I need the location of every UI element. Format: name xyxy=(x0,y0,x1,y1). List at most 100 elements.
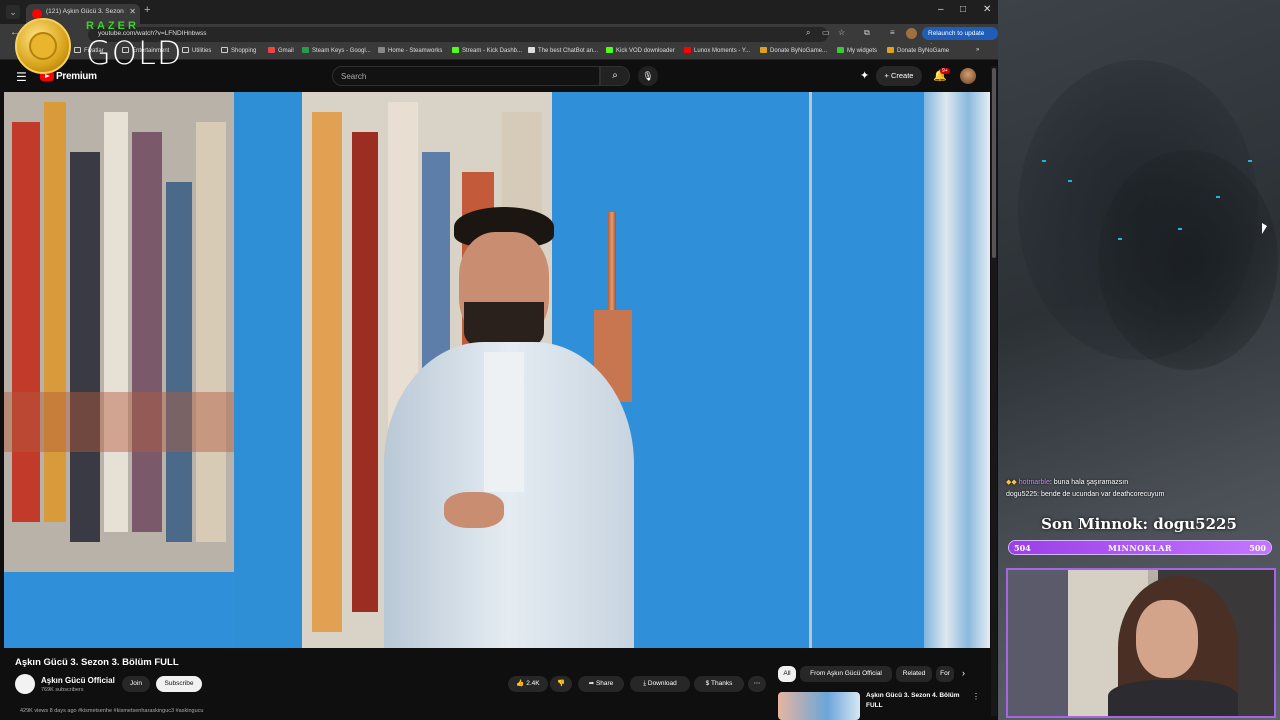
menu-icon[interactable]: ☰ xyxy=(16,70,27,84)
share-label: Share xyxy=(595,680,614,687)
bookmark-item[interactable]: Shopping xyxy=(221,47,256,54)
subscriber-count: 769K subscribers xyxy=(41,687,84,693)
bookmark-item[interactable]: The best ChatBot an... xyxy=(528,47,598,54)
chip-from-channel[interactable]: From Aşkın Gücü Official xyxy=(800,666,892,682)
thumbs-up-icon: 👍 xyxy=(516,680,525,687)
cyan-glint xyxy=(1118,238,1122,240)
blue-wall-panel xyxy=(234,92,304,648)
search-icon: ⌕ xyxy=(612,70,618,81)
search-input[interactable]: Search xyxy=(332,66,600,86)
video-player[interactable] xyxy=(4,92,990,648)
chip-related[interactable]: Related xyxy=(896,666,932,682)
channel-avatar[interactable] xyxy=(15,674,35,694)
notification-badge: 9+ xyxy=(940,68,950,74)
browser-window: ⌄ (121) Aşkın Gücü 3. Sezon 3. Bö ✕ + – … xyxy=(0,0,998,720)
dragon-shadow xyxy=(1098,150,1278,370)
youtube-premium-label[interactable]: Premium xyxy=(56,71,97,82)
steam-icon xyxy=(378,47,385,53)
recommended-title[interactable]: Aşkın Gücü 3. Sezon 4. Bölüm FULL xyxy=(866,691,966,711)
relaunch-button[interactable]: Relaunch to update ⋮ xyxy=(922,27,998,50)
channel-name[interactable]: Aşkın Gücü Official xyxy=(41,676,115,685)
tab-bar: ⌄ (121) Aşkın Gücü 3. Sezon 3. Bö ✕ + – … xyxy=(0,0,998,24)
bookmark-item[interactable]: Donate ByNoGame xyxy=(887,47,949,54)
curtain xyxy=(924,92,990,648)
bookmark-item[interactable]: Kick VOD downloader xyxy=(606,47,675,54)
mouse-cursor-icon xyxy=(1262,223,1267,234)
page-scrollbar[interactable] xyxy=(991,66,997,716)
bookmark-label: Stream - Kick Dashb... xyxy=(462,48,523,54)
bookmark-item[interactable]: Lunox Moments - Y... xyxy=(684,47,750,54)
chat-text: : buna hala şaşıramazsın xyxy=(1049,479,1129,486)
bookmark-item[interactable]: Home - Steamworks xyxy=(378,47,442,54)
search-placeholder: Search xyxy=(341,72,367,81)
cyan-glint xyxy=(1068,180,1072,182)
bynogame-icon xyxy=(760,47,767,53)
bookmark-item[interactable]: My widgets xyxy=(837,47,877,54)
painting-left xyxy=(4,92,234,572)
bookmark-item[interactable]: Gmail xyxy=(268,47,294,54)
gmail-icon xyxy=(268,47,275,53)
media-icon[interactable]: ≡ xyxy=(890,28,895,37)
maximize-icon[interactable]: □ xyxy=(960,4,966,15)
new-tab-icon[interactable]: + xyxy=(144,4,150,16)
microphone-icon: 🎙 xyxy=(642,71,654,81)
widgets-icon xyxy=(837,47,844,53)
zoom-icon[interactable]: ⌕ xyxy=(806,28,810,38)
bookmark-label: Shopping xyxy=(231,48,257,54)
join-button[interactable]: Join xyxy=(122,676,150,692)
folder-icon xyxy=(182,47,189,53)
search-button[interactable]: ⌕ xyxy=(600,66,630,86)
bookmark-item[interactable]: Utilities xyxy=(182,47,211,54)
stream-overlay-panel: ◆◆ hotmarble: buna hala şaşıramazsın dog… xyxy=(998,0,1280,720)
address-bar[interactable]: youtube.com/watch?v=LFNDIHnbwss xyxy=(88,27,828,42)
dislike-button[interactable]: 👎 xyxy=(550,676,572,692)
download-button[interactable]: ⤓ Download xyxy=(630,676,690,692)
close-window-icon[interactable]: ✕ xyxy=(983,4,991,15)
razer-gold-coin-logo xyxy=(15,18,71,74)
chip-all[interactable]: All xyxy=(778,666,796,682)
cast-icon[interactable]: ▭ xyxy=(822,28,830,37)
thanks-icon: $ xyxy=(705,680,710,687)
bookmark-label: Home - Steamworks xyxy=(388,48,443,54)
cyan-glint xyxy=(1216,196,1220,198)
like-button[interactable]: 👍 2.4K xyxy=(508,676,548,692)
extensions-icon[interactable]: ⧉ xyxy=(864,28,870,38)
kick-icon xyxy=(452,47,459,53)
sheets-icon xyxy=(302,47,309,53)
streamer-shirt xyxy=(1108,680,1238,716)
scrollbar-thumb[interactable] xyxy=(992,68,996,258)
cyan-glint xyxy=(1178,228,1182,230)
bookmark-label: Donate ByNoGame xyxy=(897,48,950,54)
create-button[interactable]: + Create xyxy=(876,66,922,86)
cyan-glint xyxy=(1042,160,1046,162)
recommended-thumbnail[interactable] xyxy=(778,692,860,720)
streamer-face xyxy=(1136,600,1198,678)
bookmark-label: Lunox Moments - Y... xyxy=(694,48,751,54)
tab-search-icon[interactable]: ⌄ xyxy=(6,5,20,19)
voice-search-button[interactable]: 🎙 xyxy=(638,66,658,86)
bookmark-item[interactable]: Stream - Kick Dashb... xyxy=(452,47,522,54)
share-button[interactable]: ➦ Share xyxy=(578,676,624,692)
thanks-button[interactable]: $ Thanks xyxy=(694,676,744,692)
bookmark-star-icon[interactable]: ☆ xyxy=(838,28,845,37)
bookmark-item[interactable]: Donate ByNoGame... xyxy=(760,47,827,54)
download-icon: ⤓ xyxy=(643,680,647,687)
more-vertical-icon[interactable]: ⋮ xyxy=(972,692,980,701)
minimize-icon[interactable]: – xyxy=(938,4,944,15)
folder-icon xyxy=(221,47,228,53)
curtain-string xyxy=(809,92,812,648)
more-actions-button[interactable]: ⋯ xyxy=(748,676,766,692)
chip-for-you[interactable]: For xyxy=(936,666,954,682)
subscribe-button[interactable]: Subscribe xyxy=(156,676,202,692)
account-avatar[interactable] xyxy=(960,68,976,84)
youtube-icon xyxy=(684,47,691,53)
profile-avatar[interactable] xyxy=(906,28,917,39)
chevron-right-icon[interactable]: › xyxy=(962,668,965,678)
bookmark-item[interactable]: Steam Keys - Googl... xyxy=(302,47,371,54)
last-sub-title: Son Minnok: dogu5225 xyxy=(1041,515,1237,533)
tab-close-icon[interactable]: ✕ xyxy=(129,7,136,16)
bookmarks-overflow-icon[interactable]: » xyxy=(976,47,979,53)
download-label: Download xyxy=(647,680,677,687)
folder-icon xyxy=(74,47,81,53)
gemini-icon[interactable]: ✦ xyxy=(860,69,869,82)
